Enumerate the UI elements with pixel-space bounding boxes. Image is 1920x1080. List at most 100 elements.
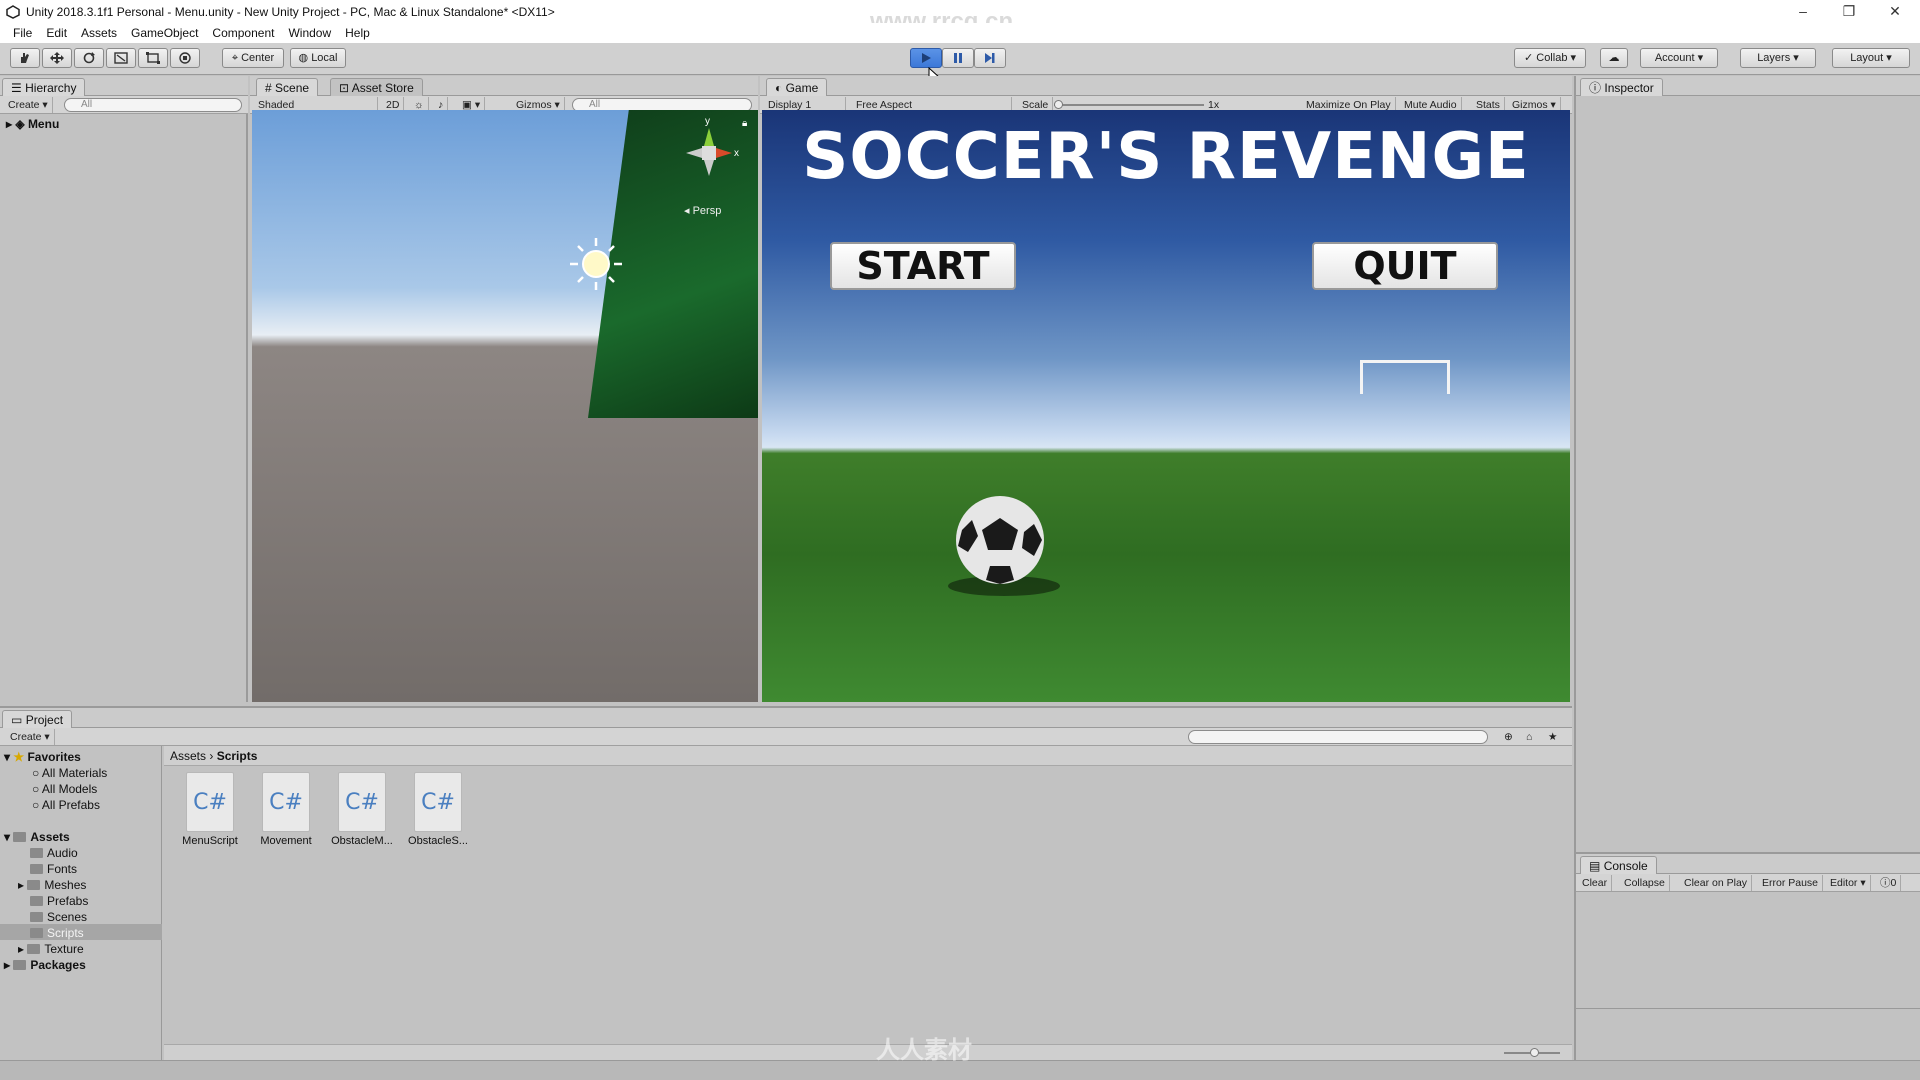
step-button[interactable] <box>974 48 1006 68</box>
scale-slider[interactable] <box>1054 100 1204 109</box>
pivot-center-button[interactable]: ⌖ Center <box>222 48 284 68</box>
packages-node[interactable]: ▸ Packages <box>4 958 86 972</box>
hand-tool-button[interactable] <box>10 48 40 68</box>
tab-console[interactable]: ▤ Console <box>1580 856 1657 874</box>
search-filter-icon: ○ <box>32 766 40 780</box>
assets-label: Assets <box>30 830 70 844</box>
console-log-count[interactable]: ⓘ0 <box>1876 875 1902 891</box>
cloud-button[interactable]: ☁ <box>1600 48 1628 68</box>
asset-file[interactable]: C# MenuScript <box>175 772 245 847</box>
project-create-dropdown[interactable]: Create ▾ <box>6 729 55 745</box>
hierarchy-create-dropdown[interactable]: Create ▾ <box>4 97 53 113</box>
folder-texture[interactable]: ▸ Texture <box>18 942 84 956</box>
footer-watermark: 人人素材 <box>876 1037 972 1064</box>
breadcrumb-scripts[interactable]: Scripts <box>217 749 258 763</box>
directional-light-icon[interactable] <box>566 234 626 294</box>
tab-scene[interactable]: # Scene <box>256 78 319 96</box>
menu-window[interactable]: Window <box>281 26 338 40</box>
packages-label: Packages <box>30 958 86 972</box>
console-collapse-button[interactable]: Collapse <box>1620 875 1670 891</box>
quit-button[interactable]: QUIT <box>1312 242 1498 290</box>
menu-assets[interactable]: Assets <box>74 26 124 40</box>
gizmo-lock-icon[interactable]: 🔒︎ <box>742 118 747 129</box>
project-panel: ▭ Project Create ▾ ⊕ ⌂ ★ ▾ ★ Favorites ○… <box>0 706 1572 1062</box>
minimize-button[interactable]: – <box>1780 0 1826 23</box>
maximize-button[interactable]: ❐ <box>1826 0 1872 23</box>
folder-meshes[interactable]: ▸ Meshes <box>18 878 86 892</box>
pause-icon <box>954 53 962 63</box>
folder-icon <box>27 880 41 890</box>
icon-size-slider[interactable] <box>1504 1048 1560 1057</box>
favorite-all-prefabs[interactable]: ○ All Prefabs <box>32 798 100 812</box>
scene-orientation-gizmo[interactable] <box>672 118 752 178</box>
game-viewport[interactable]: SOCCER'S REVENGE START QUIT <box>762 110 1570 702</box>
menu-gameobject[interactable]: GameObject <box>124 26 205 40</box>
layout-dropdown[interactable]: Layout ▾ <box>1832 48 1910 68</box>
scale-icon <box>114 52 128 64</box>
tab-inspector[interactable]: ⓘ Inspector <box>1580 78 1663 96</box>
layers-label: Layers <box>1757 52 1791 64</box>
console-clear-on-play-button[interactable]: Clear on Play <box>1680 875 1753 891</box>
console-editor-dropdown[interactable]: Editor ▾ <box>1826 875 1871 891</box>
console-clear-button[interactable]: Clear <box>1578 875 1613 891</box>
folder-scripts[interactable]: Scripts <box>30 926 84 940</box>
folder-texture-label: Texture <box>44 942 84 956</box>
play-button[interactable] <box>910 48 942 68</box>
pivot-local-button[interactable]: ◍ Local <box>290 48 346 68</box>
layers-dropdown[interactable]: Layers ▾ <box>1740 48 1816 68</box>
favorites-node[interactable]: ▾ ★ Favorites <box>4 750 81 764</box>
tab-asset-store[interactable]: ⊡ Asset Store <box>330 78 423 96</box>
menu-edit[interactable]: Edit <box>39 26 74 40</box>
move-tool-button[interactable] <box>42 48 72 68</box>
account-dropdown[interactable]: Account ▾ <box>1640 48 1718 68</box>
folder-icon <box>13 960 27 970</box>
project-search-input[interactable] <box>1188 730 1488 744</box>
hand-icon <box>21 53 29 63</box>
folder-icon <box>30 912 43 922</box>
assets-node[interactable]: ▾ Assets <box>4 830 70 844</box>
hierarchy-scene-root[interactable]: ▸ ◈ Menu <box>6 117 59 131</box>
favorite-all-materials[interactable]: ○ All Materials <box>32 766 107 780</box>
asset-file-label: Movement <box>260 835 312 847</box>
tab-hierarchy[interactable]: ☰ Hierarchy <box>2 78 86 96</box>
hierarchy-tab-strip: ☰ Hierarchy <box>0 76 248 96</box>
menu-help[interactable]: Help <box>338 26 377 40</box>
asset-file[interactable]: C# Movement <box>251 772 321 847</box>
breadcrumb-assets[interactable]: Assets <box>170 749 206 763</box>
scale-slider-thumb[interactable] <box>1054 100 1063 109</box>
scene-panel: # Scene ⊡ Asset Store Shaded 2D ☼ ♪ ▣ ▾ … <box>250 76 758 702</box>
pause-button[interactable] <box>942 48 974 68</box>
icon-size-thumb[interactable] <box>1530 1048 1539 1057</box>
folder-icon <box>30 864 43 874</box>
folder-scenes[interactable]: Scenes <box>30 910 87 924</box>
transform-tool-button[interactable] <box>170 48 200 68</box>
filter-by-type-icon[interactable]: ⊕ <box>1500 729 1517 745</box>
close-button[interactable]: ✕ <box>1872 0 1918 23</box>
tab-game[interactable]: ◐ Game <box>766 78 828 96</box>
favorite-star-icon[interactable]: ★ <box>1544 729 1561 745</box>
folder-fonts[interactable]: Fonts <box>30 862 77 876</box>
rect-tool-button[interactable] <box>138 48 168 68</box>
tab-project[interactable]: ▭ Project <box>2 710 73 728</box>
console-icon: ▤ <box>1589 859 1601 873</box>
menu-file[interactable]: File <box>6 26 39 40</box>
collab-label: Collab <box>1536 52 1568 64</box>
folder-audio[interactable]: Audio <box>30 846 78 860</box>
start-button[interactable]: START <box>830 242 1016 290</box>
soccer-goal <box>1360 360 1450 394</box>
hierarchy-search-input[interactable]: All <box>64 98 242 112</box>
filter-by-label-icon[interactable]: ⌂ <box>1522 729 1536 745</box>
folder-icon <box>30 896 43 906</box>
folder-prefabs[interactable]: Prefabs <box>30 894 88 908</box>
console-error-pause-button[interactable]: Error Pause <box>1758 875 1824 891</box>
scene-viewport[interactable]: y x 🔒︎ ◂ Persp <box>252 110 758 702</box>
collab-dropdown[interactable]: ✓ Collab ▾ <box>1514 48 1586 68</box>
projection-label[interactable]: ◂ Persp <box>684 204 721 217</box>
rotate-tool-button[interactable] <box>74 48 104 68</box>
asset-file[interactable]: C# ObstacleM... <box>327 772 397 847</box>
asset-file[interactable]: C# ObstacleS... <box>403 772 473 847</box>
scale-tool-button[interactable] <box>106 48 136 68</box>
search-filter-icon: ○ <box>32 782 40 796</box>
menu-component[interactable]: Component <box>205 26 281 40</box>
favorite-all-models[interactable]: ○ All Models <box>32 782 97 796</box>
